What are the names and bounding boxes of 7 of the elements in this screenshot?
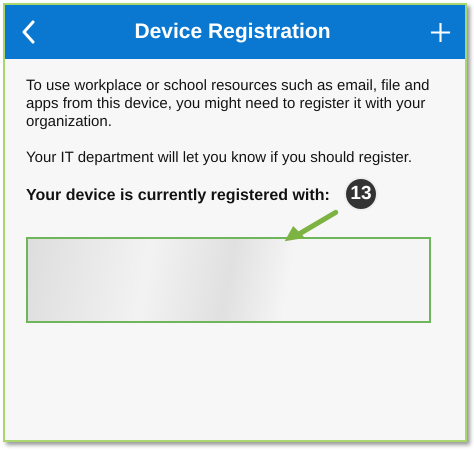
step-badge: 13 xyxy=(344,177,378,211)
info-paragraph: To use workplace or school resources such as email, file and apps from this device, you might need to register it with your organization. xyxy=(26,77,431,131)
registered-heading: Your device is currently registered with: xyxy=(26,187,330,205)
add-icon[interactable] xyxy=(430,22,451,42)
info-paragraph: Your IT department will let you know if you should register. xyxy=(26,149,414,167)
header-title: Device Registration xyxy=(134,20,331,44)
back-icon[interactable] xyxy=(21,20,35,44)
